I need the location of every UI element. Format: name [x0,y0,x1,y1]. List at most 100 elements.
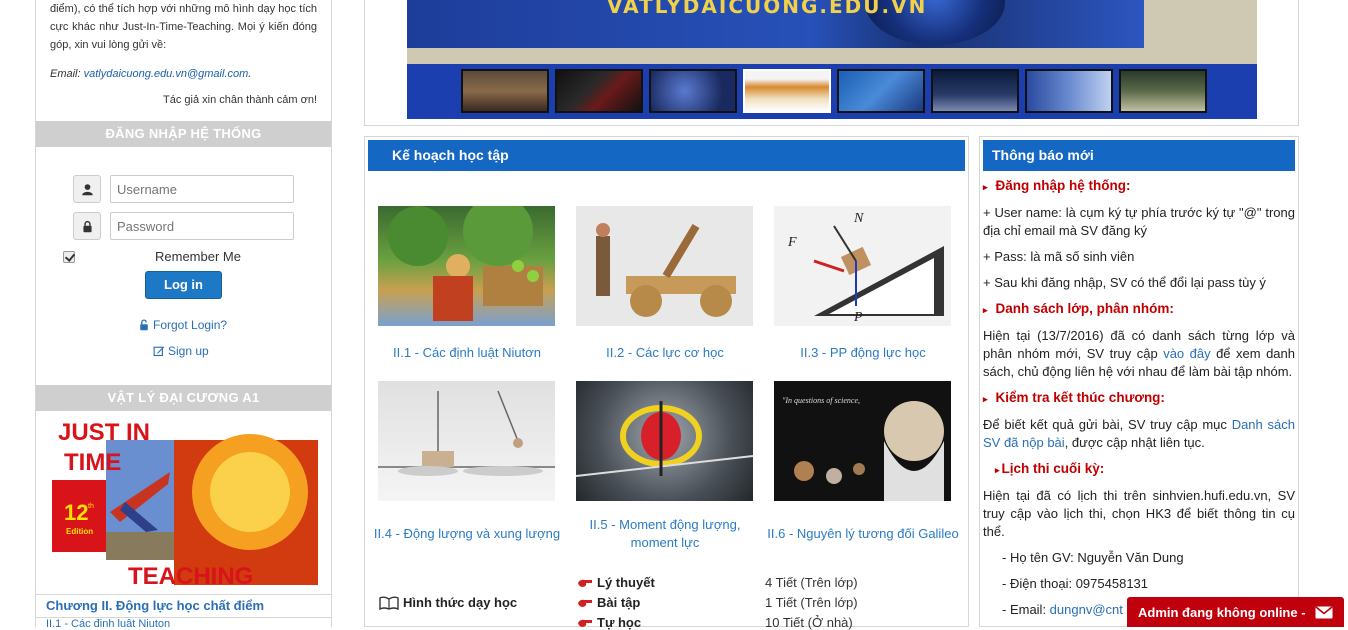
thumbnail[interactable] [649,69,737,113]
momentum-image[interactable] [378,381,555,501]
signup-link[interactable]: Sign up [153,344,209,358]
username-input[interactable] [110,175,294,203]
remember-label: Remember Me [155,249,241,264]
news-paragraph: - Điện thoại: 0975458131 [1002,576,1149,591]
thumbnail[interactable] [1025,69,1113,113]
chapter-sub-link[interactable]: II.1 - Các định luật Niuton [36,617,331,627]
thumbnail-active[interactable] [743,69,831,113]
pointing-hand-icon [578,579,592,587]
login-header: ĐĂNG NHẬP HỆ THỐNG [36,121,331,147]
newton-laws-image[interactable] [378,196,555,326]
method-row: Tự học 10 Tiết (Ở nhà) [577,615,853,630]
card-caption-4[interactable]: II.4 - Động lượng và xung lượng [367,525,567,543]
banner-main: VATLYDAICUONG.EDU.VN [407,0,1144,48]
study-plan-header: Kế hoạch học tập [368,140,965,171]
thumbnail-strip [407,64,1257,119]
news-content: ▸ Đăng nhập hệ thống: + User name: là cụm… [980,177,1298,619]
news-paragraph: Hiện tại (13/7/2016) đã có danh sách từn… [983,328,1295,379]
method-row: Lý thuyết 4 Tiết (Trên lớp) [577,575,858,590]
envelope-icon [1315,605,1333,618]
thanks-text: Tác giả xin chân thành cảm ơn! [163,94,317,106]
unlock-icon [140,319,148,331]
book-open-icon [379,596,399,610]
chat-status-bar[interactable]: Admin đang không online - [1127,597,1344,627]
book-cover-image[interactable]: JUST IN TIME 12 th Edition TEACHING [50,412,318,590]
card-caption-6[interactable]: II.6 - Nguyên lý tương đối Galileo [763,525,963,543]
angular-momentum-image[interactable] [575,381,754,501]
username-row [73,175,294,203]
book-title-line2: TIME [64,449,121,476]
news-heading: ▸ Đăng nhập hệ thống: [983,178,1131,193]
book-edition-sup: th [88,503,94,510]
card-caption-5[interactable]: II.5 - Moment động lượng, moment lực [565,516,765,552]
news-paragraph: + Pass: là mã số sinh viên [983,249,1135,264]
signup-label: Sign up [168,344,209,358]
password-input[interactable] [110,212,294,240]
svg-text:N: N [853,211,864,226]
study-plan-panel: Kế hoạch học tập F N P II.1 - Các định luậ… [364,136,969,630]
lock-icon [73,212,101,240]
thumbnail[interactable] [1119,69,1207,113]
email-link[interactable]: vatlydaicuong.edu.vn@gmail.com [84,68,249,80]
news-paragraph: Hiện tại đã có lịch thi trên sinhvien.hu… [983,488,1295,539]
class-list-link[interactable]: vào đây [1163,346,1210,361]
news-heading: ▸ Danh sách lớp, phân nhóm: [983,301,1174,316]
chapter-link[interactable]: Chương II. Động lực học chất điểm [36,594,331,616]
left-sidebar: điểm), có thể tích hợp với những mô hình… [35,0,332,627]
method-name: Tự học [597,615,642,630]
password-row [73,212,294,240]
news-heading: ▸ Lịch thi cuối kỳ: [995,461,1105,476]
login-button[interactable]: Log in [145,271,222,299]
book-title-line1: JUST IN [58,419,150,446]
book-title-line3: TEACHING [128,563,253,590]
method-value: 4 Tiết (Trên lớp) [765,575,858,590]
arrow-icon: ▸ [983,394,988,404]
thumbnail[interactable] [461,69,549,113]
edit-icon [153,346,165,357]
email-line: Email: vatlydaicuong.edu.vn@gmail.com. [50,68,252,80]
intro-block: điểm), có thể tích hợp với những mô hình… [36,0,331,109]
pointing-hand-icon [578,599,592,607]
card-caption-1[interactable]: II.1 - Các định luật Niutơn [367,344,567,362]
method-name: Bài tập [597,595,641,610]
thumbnail[interactable] [931,69,1019,113]
intro-text: điểm), có thể tích hợp với những mô hình… [50,3,317,51]
book-edition-number: 12 [64,500,88,525]
card-caption-2[interactable]: II.2 - Các lực cơ học [565,344,765,362]
chat-status-label: Admin đang không online - [1138,604,1306,620]
news-paragraph: - Họ tên GV: Nguyễn Văn Dung [1002,550,1184,565]
dynamics-method-image[interactable]: F N P [774,206,951,326]
svg-text:"In questions of science,: "In questions of science, [782,396,860,405]
methods-title: Hình thức dạy học [379,595,517,610]
arrow-icon: ▸ [995,465,1000,475]
method-row: Bài tập 1 Tiết (Trên lớp) [577,595,858,610]
galileo-image[interactable]: "In questions of science, [774,381,951,501]
email-label: Email: [50,68,81,80]
method-value: 10 Tiết (Ở nhà) [765,615,853,630]
arrow-icon: ▸ [983,305,988,315]
remember-row: Remember Me [63,249,303,264]
forgot-login-label: Forgot Login? [153,318,228,332]
teacher-email-link[interactable]: dungnv@cnt [1050,602,1123,617]
banner-site-text: VATLYDAICUONG.EDU.VN [607,0,928,18]
thumbnail[interactable] [555,69,643,113]
news-paragraph: + Sau khi đăng nhập, SV có thể đổi lại p… [983,275,1266,290]
remember-checkbox[interactable] [63,250,75,263]
card-caption-3[interactable]: II.3 - PP động lực học [763,344,963,362]
user-icon [73,175,101,203]
svg-text:F: F [787,235,797,250]
thumbnail[interactable] [837,69,925,113]
arrow-icon: ▸ [983,182,988,192]
forgot-login-link[interactable]: Forgot Login? [138,318,227,332]
svg-text:P: P [853,310,863,325]
course-header: VẬT LÝ ĐẠI CƯƠNG A1 [36,385,331,411]
mechanical-forces-image[interactable] [576,206,753,326]
method-value: 1 Tiết (Trên lớp) [765,595,858,610]
book-edition-word: Edition [66,527,93,536]
news-heading: ▸ Kiểm tra kết thúc chương: [983,390,1165,405]
news-paragraph: + User name: là cụm ký tự phía trước ký … [983,205,1295,238]
method-name: Lý thuyết [597,575,655,590]
news-paragraph: Để biết kết quả gửi bài, SV truy cập mục… [983,417,1296,450]
banner-slider: VATLYDAICUONG.EDU.VN [364,0,1299,126]
news-panel: Thông báo mới ▸ Đăng nhập hệ thống: + Use… [979,136,1299,627]
